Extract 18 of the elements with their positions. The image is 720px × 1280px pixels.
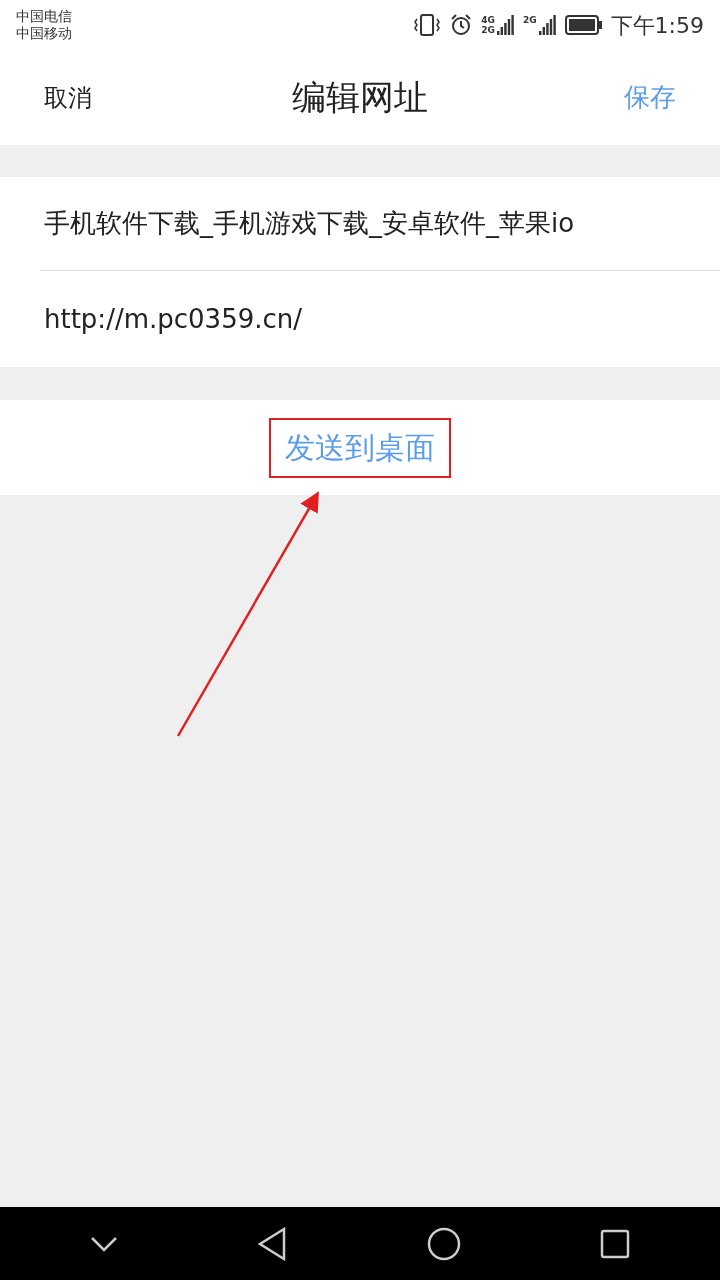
page-title: 编辑网址 [292,76,428,119]
network-type: 4G [481,15,495,25]
url-field[interactable]: http://m.pc0359.cn/ [44,299,704,339]
recents-icon[interactable] [600,1228,631,1259]
network-type: 2G [481,25,495,35]
carrier-name: 中国移动 [16,25,72,42]
cancel-button[interactable]: 取消 [44,79,92,116]
battery-icon [564,15,603,35]
chevron-down-icon[interactable] [89,1235,118,1252]
back-icon[interactable] [257,1226,288,1261]
title-field[interactable]: 手机软件下载_手机游戏下载_安卓软件_苹果io [44,204,720,243]
signal-icon [538,15,557,35]
carrier-name: 中国电信 [16,8,72,25]
home-icon[interactable] [426,1226,461,1261]
vibrate-icon [413,13,442,37]
signal-icon [496,15,515,35]
network-type: 2G [522,15,537,25]
clock-time: 下午1:59 [610,11,704,40]
